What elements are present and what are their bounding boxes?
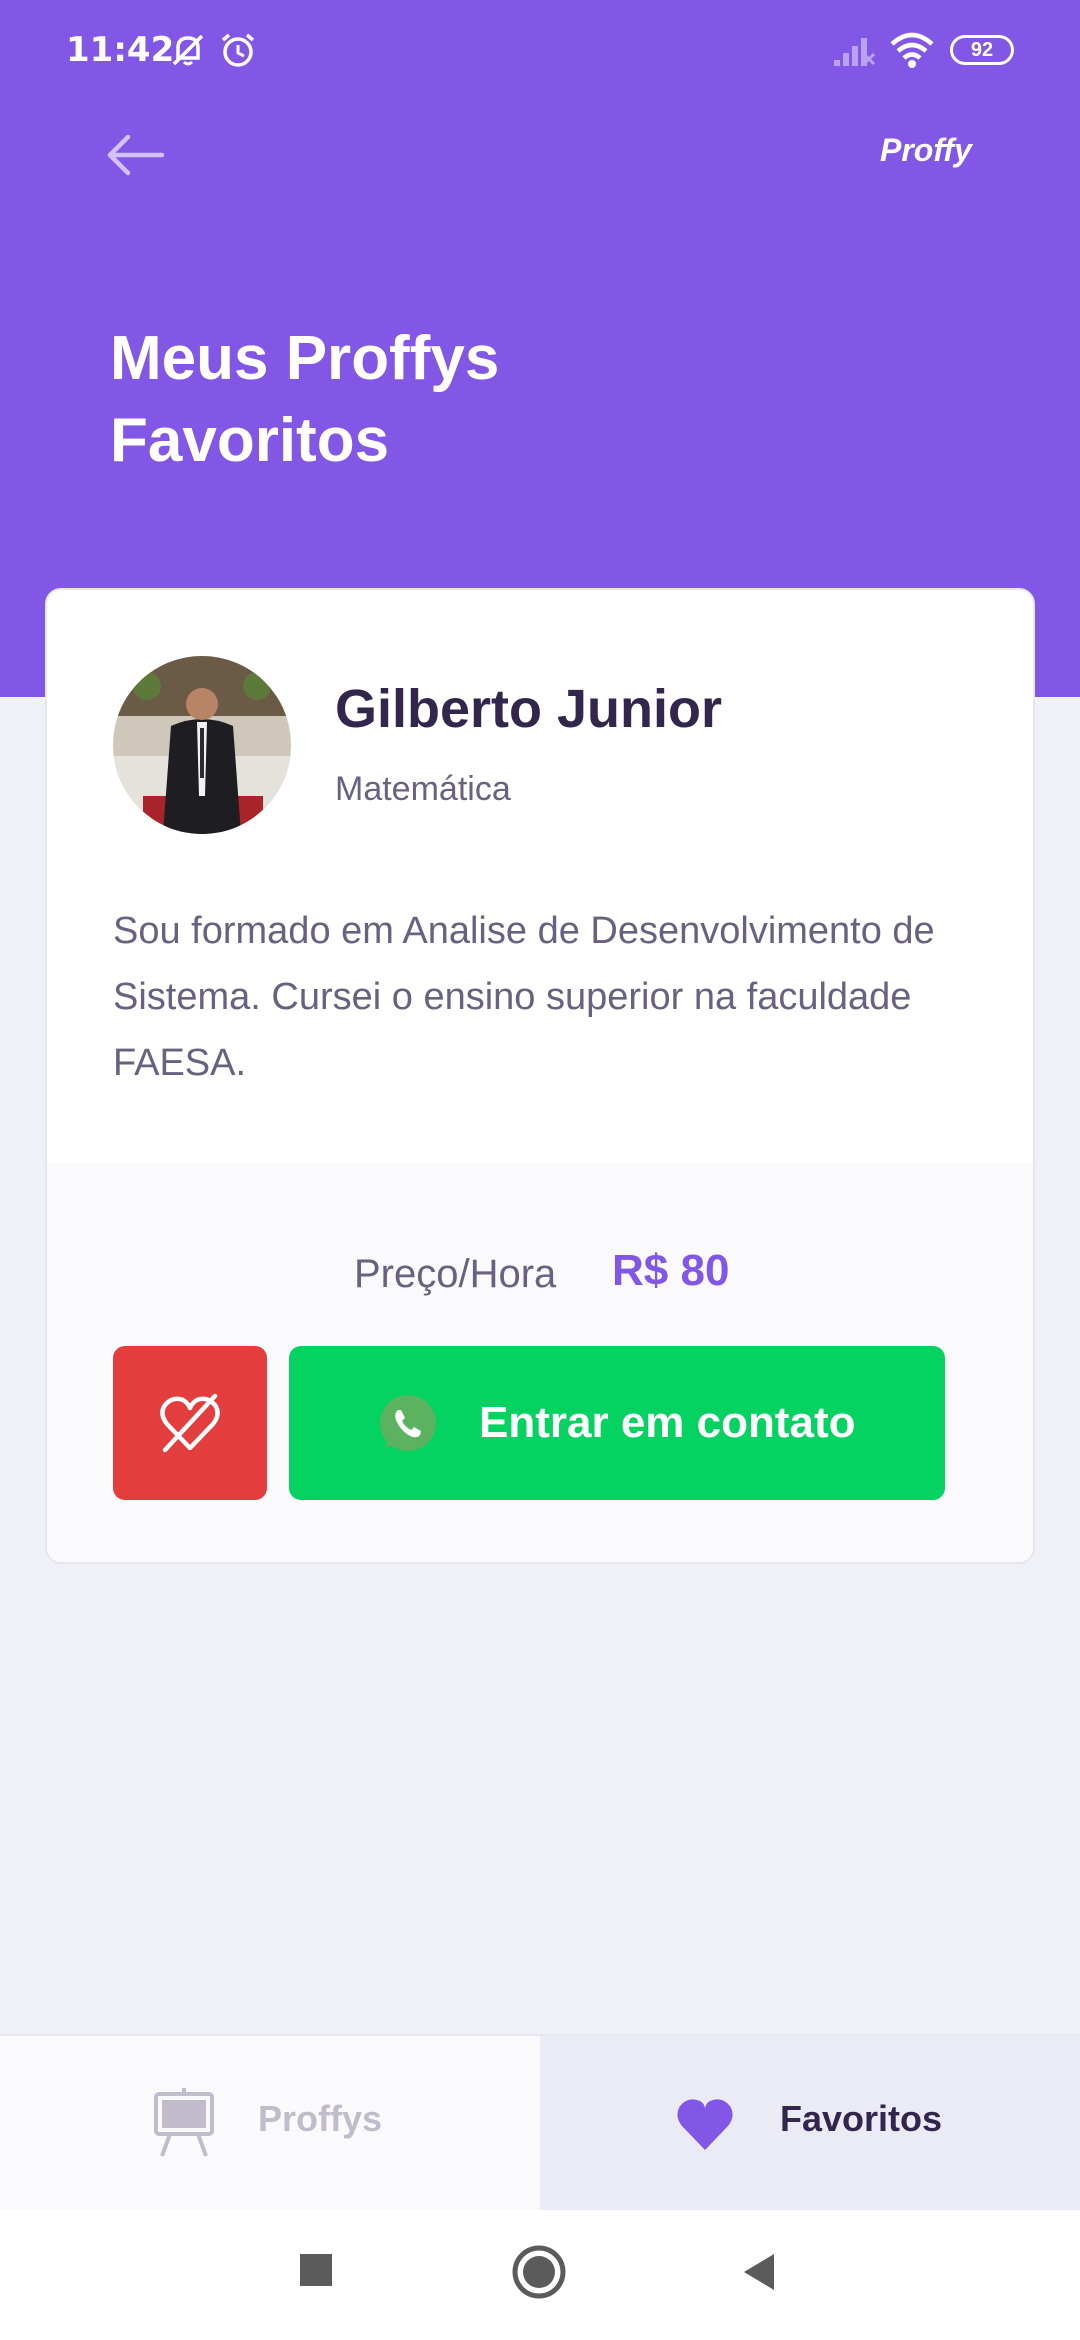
- proffy-logo: Proffy: [880, 132, 972, 168]
- recents-square-icon[interactable]: [296, 2250, 336, 2290]
- price-value: R$ 80: [612, 1246, 730, 1295]
- page-title-line-2: Favoritos: [110, 406, 390, 475]
- bell-off-icon: [172, 34, 204, 66]
- teacher-name: Gilberto Junior: [335, 679, 723, 739]
- system-nav-bar: [0, 2210, 1080, 2340]
- teacher-subject: Matemática: [335, 770, 511, 808]
- alarm-icon: [221, 33, 255, 67]
- contact-button[interactable]: Entrar em contato: [289, 1346, 945, 1500]
- signal-icon: [834, 38, 876, 66]
- tab-favoritos[interactable]: Favoritos: [540, 2036, 1080, 2210]
- heart-icon: [677, 2099, 733, 2150]
- page-title-line-1: Meus Proffys: [110, 324, 500, 393]
- back-button[interactable]: [100, 125, 170, 185]
- whatsapp-icon: [380, 1395, 436, 1451]
- page-title: Meus Proffys Favoritos: [110, 318, 810, 482]
- tab-proffys[interactable]: Proffys: [0, 2036, 540, 2210]
- tab-bar: Proffys Favoritos: [0, 2034, 1080, 2210]
- avatar: [113, 656, 291, 834]
- back-triangle-icon[interactable]: [738, 2250, 782, 2294]
- card-footer: Preço/Hora R$ 80 Entrar em contato: [47, 1162, 1033, 1562]
- teacher-card: Gilberto Junior Matemática Sou formado e…: [45, 588, 1035, 1564]
- teacher-bio: Sou formado em Analise de Desenvolviment…: [113, 910, 935, 1084]
- tab-favoritos-label: Favoritos: [780, 2098, 943, 2139]
- heart-outline-icon: [160, 1393, 220, 1453]
- status-time: 11:42: [66, 30, 175, 70]
- home-circle-icon[interactable]: [510, 2243, 568, 2301]
- tab-proffys-label: Proffys: [258, 2098, 383, 2139]
- easel-icon: [154, 2088, 214, 2157]
- battery-icon: 92: [950, 35, 1014, 65]
- wifi-icon: [890, 32, 934, 68]
- price-label: Preço/Hora: [354, 1252, 557, 1296]
- arrow-left-icon: [107, 134, 165, 176]
- contact-label: Entrar em contato: [479, 1398, 856, 1447]
- unfavorite-button[interactable]: [113, 1346, 267, 1500]
